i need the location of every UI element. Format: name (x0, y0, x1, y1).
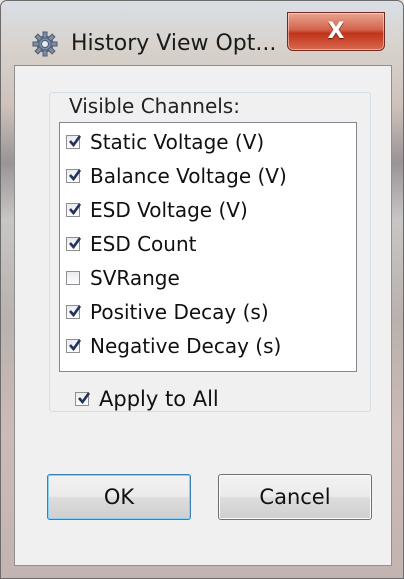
title-bar[interactable]: History View Opt... X (1, 1, 403, 63)
apply-to-all-label: Apply to All (99, 387, 219, 411)
channel-item-negative-decay[interactable]: Negative Decay (s) (66, 331, 281, 361)
channel-label: SVRange (90, 266, 180, 290)
channel-label: Negative Decay (s) (90, 334, 282, 358)
channel-item-svrange[interactable]: SVRange (66, 263, 180, 293)
gear-icon (32, 31, 58, 57)
checkbox[interactable] (75, 392, 91, 406)
channel-item-esd-voltage[interactable]: ESD Voltage (V) (66, 195, 248, 225)
channel-label: Positive Decay (s) (90, 300, 269, 324)
checkbox[interactable] (66, 237, 82, 251)
checkbox[interactable] (66, 169, 82, 183)
ok-button[interactable]: OK (47, 474, 191, 520)
channel-item-esd-count[interactable]: ESD Count (66, 229, 196, 259)
close-icon: X (327, 19, 345, 44)
cancel-button[interactable]: Cancel (218, 474, 372, 520)
channel-label: ESD Voltage (V) (90, 198, 248, 222)
channel-label: ESD Count (90, 232, 197, 256)
checkbox[interactable] (66, 271, 80, 285)
apply-to-all-checkbox[interactable]: Apply to All (75, 384, 219, 414)
close-button[interactable]: X (287, 12, 385, 51)
checkbox[interactable] (66, 135, 82, 149)
channel-item-static-voltage[interactable]: Static Voltage (V) (66, 127, 264, 157)
dialog-body: Visible Channels: Static Voltage (V) Bal… (14, 65, 392, 566)
window-title: History View Opt... (71, 31, 277, 56)
channel-label: Balance Voltage (V) (90, 164, 287, 188)
dialog-window: History View Opt... X Visible Channels: … (0, 0, 404, 579)
checkbox[interactable] (66, 305, 82, 319)
channel-label: Static Voltage (V) (90, 130, 265, 154)
checkbox[interactable] (66, 203, 82, 217)
checkbox[interactable] (66, 339, 82, 353)
channel-checklist[interactable]: Static Voltage (V) Balance Voltage (V) E… (59, 122, 357, 372)
channel-item-positive-decay[interactable]: Positive Decay (s) (66, 297, 269, 327)
channel-item-balance-voltage[interactable]: Balance Voltage (V) (66, 161, 287, 191)
group-label: Visible Channels: (65, 94, 244, 118)
